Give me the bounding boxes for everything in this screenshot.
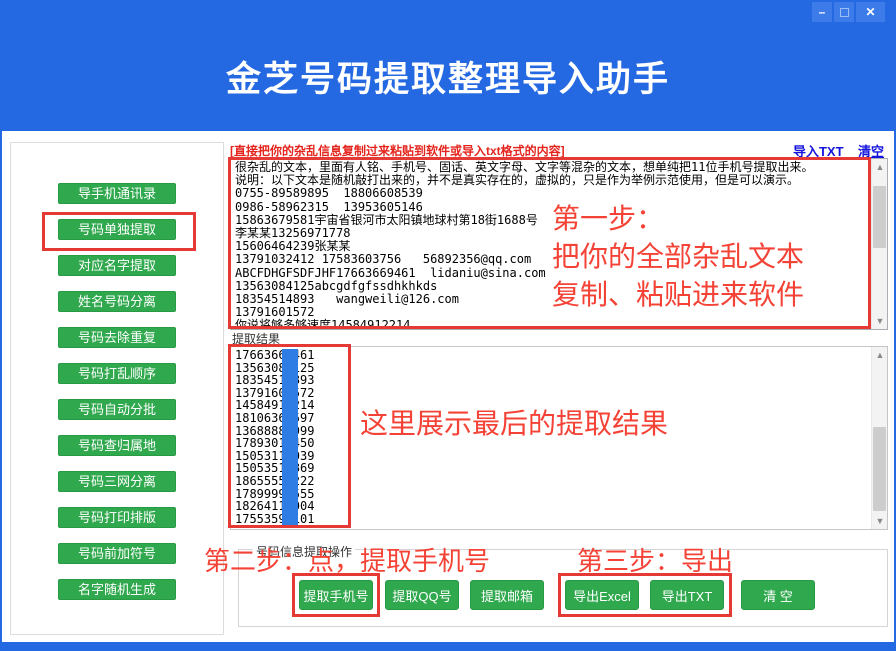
close-button[interactable]: ✕ — [856, 2, 885, 22]
action-button[interactable]: 清 空 — [741, 580, 815, 610]
import-txt-link[interactable]: 导入TXT — [793, 144, 844, 159]
action-button[interactable]: 提取手机号 — [299, 580, 373, 610]
maximize-icon — [840, 8, 849, 17]
sidebar-item[interactable]: 号码前加符号 — [58, 543, 176, 564]
input-text-line: 0755-89589895 18806608539 — [235, 187, 867, 200]
sidebar-item[interactable]: 号码单独提取 — [58, 219, 176, 240]
results-scrollbar[interactable]: ▲ ▼ — [871, 347, 887, 529]
input-instruction-label: [直接把你的杂乱信息复制过来粘贴到软件或导入txt格式的内容] — [230, 142, 565, 159]
result-number: 18264110004 — [235, 500, 314, 513]
sidebar-item[interactable]: 号码打乱顺序 — [58, 363, 176, 384]
actions-group-label: 号码信息提取操作 — [253, 543, 355, 560]
result-number: 18106365597 — [235, 412, 314, 425]
result-number: 17663669461 — [235, 349, 314, 362]
sidebar-item[interactable]: 号码查归属地 — [58, 435, 176, 456]
header-bar: 金芝号码提取整理导入助手 – ✕ — [0, 0, 896, 131]
scroll-down-icon[interactable]: ▼ — [872, 313, 888, 329]
result-number: 17893014450 — [235, 437, 314, 450]
sidebar-item[interactable]: 号码自动分批 — [58, 399, 176, 420]
action-buttons-row: 提取手机号提取QQ号提取邮箱导出Excel 导出TXT 清 空 — [299, 580, 815, 610]
clear-input-link[interactable]: 清空 — [858, 144, 884, 159]
results-list[interactable]: 1766366946113563084125183545148931379160… — [230, 346, 888, 530]
sidebar: 导手机通讯录号码单独提取对应名字提取姓名号码分离号码去除重复号码打乱顺序号码自动… — [10, 142, 224, 635]
input-textarea[interactable]: 很杂乱的文本，里面有人铭、手机号、固话、英文字母、文字等混杂的文本，想单纯把11… — [230, 158, 888, 330]
input-text-line: 0986-58962315 13953605146 — [235, 201, 867, 214]
results-content: 1766366946113563084125183545148931379160… — [231, 347, 318, 527]
result-number: 17553593101 — [235, 513, 314, 526]
action-button[interactable]: 导出TXT — [650, 580, 724, 610]
result-number: 18354514893 — [235, 374, 314, 387]
action-button[interactable]: 导出Excel — [565, 580, 639, 610]
app-title: 金芝号码提取整理导入助手 — [0, 51, 896, 102]
app-window: 金芝号码提取整理导入助手 – ✕ 导手机通讯录号码单独提取对应名字提取姓名号码分… — [0, 0, 896, 651]
close-icon: ✕ — [865, 5, 875, 19]
scroll-up-icon[interactable]: ▲ — [872, 347, 888, 363]
input-text-line: ABCFDHGFSDFJHF17663669461 lidaniu@sina.c… — [235, 267, 867, 280]
results-label: 提取结果 — [232, 330, 280, 347]
sidebar-item[interactable]: 号码去除重复 — [58, 327, 176, 348]
input-text-content: 很杂乱的文本，里面有人铭、手机号、固话、英文字母、文字等混杂的文本，想单纯把11… — [231, 159, 871, 330]
input-text-line: 13791032412 17583603756 56892356@qq.com — [235, 253, 867, 266]
minimize-button[interactable]: – — [812, 2, 832, 22]
input-scrollbar-thumb[interactable] — [873, 186, 886, 248]
window-border-left — [0, 0, 2, 651]
scroll-down-icon[interactable]: ▼ — [872, 513, 888, 529]
sidebar-item[interactable]: 名字随机生成 — [58, 579, 176, 600]
window-border-bottom — [0, 642, 896, 651]
input-text-line: 你说将够多够速度14584912214 — [235, 319, 867, 330]
input-scrollbar[interactable]: ▲ ▼ — [871, 159, 887, 329]
scroll-up-icon[interactable]: ▲ — [872, 159, 888, 175]
sidebar-item[interactable]: 姓名号码分离 — [58, 291, 176, 312]
action-button[interactable]: 提取QQ号 — [385, 580, 459, 610]
input-text-line: 18354514893 wangweili@126.com — [235, 293, 867, 306]
action-button[interactable]: 提取邮箱 — [470, 580, 544, 610]
sidebar-item[interactable]: 号码三网分离 — [58, 471, 176, 492]
sidebar-item[interactable]: 号码打印排版 — [58, 507, 176, 528]
sidebar-item[interactable]: 对应名字提取 — [58, 255, 176, 276]
result-number: 18655555222 — [235, 475, 314, 488]
selection-highlight-band — [282, 349, 298, 525]
maximize-button[interactable] — [834, 2, 854, 22]
sidebar-item[interactable]: 导手机通讯录 — [58, 183, 176, 204]
results-scrollbar-thumb[interactable] — [873, 427, 886, 511]
minimize-icon: – — [819, 5, 826, 19]
